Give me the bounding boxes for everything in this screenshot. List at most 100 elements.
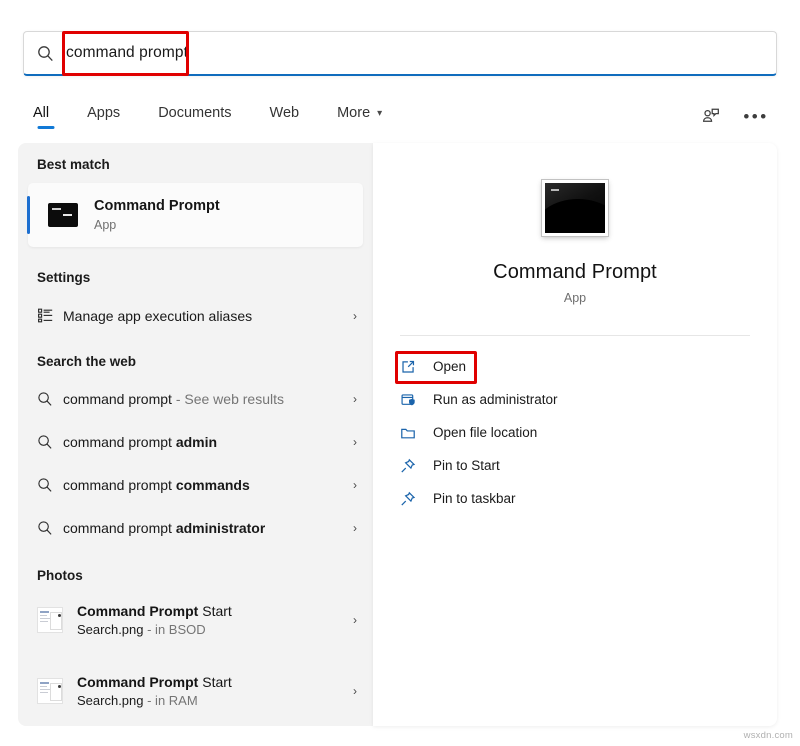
settings-item-label: Manage app execution aliases [63, 308, 252, 324]
photo-file: Search.png [77, 693, 144, 708]
web-result-query: command prompt [63, 520, 176, 536]
selection-indicator [27, 196, 30, 234]
feedback-person-icon[interactable] [695, 101, 725, 131]
preview-subtitle: App [564, 291, 586, 305]
preview-actions: Open Run as administrator [373, 336, 777, 515]
search-input-value: command prompt [66, 44, 188, 62]
best-match-subtitle: App [94, 218, 220, 233]
chevron-right-icon: › [343, 521, 357, 535]
search-bar[interactable]: command prompt [23, 31, 777, 76]
settings-item-manage-aliases[interactable]: Manage app execution aliases › [18, 294, 373, 337]
results-panel: Best match Command Prompt App Settings [18, 143, 373, 726]
preview-panel: Command Prompt App Open [373, 143, 777, 726]
pin-icon [400, 491, 433, 507]
photo-thumbnail-icon [37, 678, 63, 704]
tab-all-label: All [33, 105, 49, 121]
tab-all[interactable]: All [23, 101, 68, 131]
preview-title: Command Prompt [493, 261, 657, 284]
folder-icon [400, 425, 433, 441]
web-result-query: command prompt [63, 477, 176, 493]
photo-result-0[interactable]: Command Prompt Start Search.png - in BSO… [18, 593, 373, 647]
chevron-right-icon: › [343, 435, 357, 449]
photo-location: - in RAM [144, 693, 198, 708]
chevron-right-icon: › [343, 478, 357, 492]
web-result-query: command prompt [63, 434, 176, 450]
best-match-item[interactable]: Command Prompt App [28, 183, 363, 247]
photo-name-rest: Start [198, 674, 231, 690]
settings-heading: Settings [18, 271, 373, 285]
ellipsis-glyph: ••• [743, 108, 768, 125]
best-match-title: Command Prompt [94, 197, 220, 215]
search-flyout: command prompt All Apps Documents Web Mo… [0, 0, 800, 746]
web-result-suffix: - See web results [172, 391, 284, 407]
photo-result-1[interactable]: Command Prompt Start Search.png - in RAM… [18, 664, 373, 718]
web-result-label: command prompt commands [63, 477, 250, 493]
web-result-0[interactable]: command prompt - See web results › [18, 378, 373, 421]
photo-name-bold: Command Prompt [77, 603, 198, 619]
web-result-label: command prompt admin [63, 434, 217, 450]
command-prompt-icon [48, 203, 78, 227]
action-run-as-administrator[interactable]: Run as administrator [373, 383, 777, 416]
action-open[interactable]: Open [373, 350, 777, 383]
photo-thumbnail-icon [37, 607, 63, 633]
action-pin-to-taskbar[interactable]: Pin to taskbar [373, 482, 777, 515]
action-pin-to-start[interactable]: Pin to Start [373, 449, 777, 482]
tab-apps[interactable]: Apps [68, 101, 139, 131]
filter-tabs: All Apps Documents Web More ▾ [23, 101, 401, 131]
action-open-label: Open [433, 359, 466, 374]
pin-icon [400, 458, 433, 474]
photo-result-name: Command Prompt Start [77, 602, 232, 620]
web-result-suffix: administrator [176, 520, 265, 536]
tab-more-label: More [337, 105, 370, 121]
photos-heading: Photos [18, 569, 373, 583]
tab-web-label: Web [270, 105, 300, 121]
watermark: wsxdn.com [744, 730, 793, 741]
chevron-right-icon: › [343, 613, 357, 627]
tabbar-actions: ••• [695, 101, 777, 131]
search-icon [37, 477, 63, 493]
chevron-right-icon: › [343, 392, 357, 406]
photo-result-meta: Search.png - in RAM [77, 692, 232, 709]
web-result-suffix: commands [176, 477, 250, 493]
tab-web[interactable]: Web [251, 101, 319, 131]
web-result-label: command prompt administrator [63, 520, 265, 536]
photo-name-rest: Start [198, 603, 231, 619]
photo-result-text: Command Prompt Start Search.png - in RAM [77, 673, 232, 709]
tab-documents[interactable]: Documents [139, 101, 250, 131]
photo-file: Search.png [77, 622, 144, 637]
section-best-match: Best match Command Prompt App [18, 143, 373, 247]
photo-name-bold: Command Prompt [77, 674, 198, 690]
search-input[interactable]: command prompt [66, 32, 776, 74]
photo-result-text: Command Prompt Start Search.png - in BSO… [77, 602, 232, 638]
web-result-1[interactable]: command prompt admin › [18, 421, 373, 464]
tab-more[interactable]: More ▾ [318, 101, 401, 131]
web-result-suffix: admin [176, 434, 217, 450]
web-result-query: command prompt [63, 391, 172, 407]
chevron-right-icon: › [343, 684, 357, 698]
web-result-2[interactable]: command prompt commands › [18, 464, 373, 507]
search-web-heading: Search the web [18, 355, 373, 369]
chevron-down-icon: ▾ [377, 108, 382, 119]
action-open-location-label: Open file location [433, 425, 537, 440]
action-open-file-location[interactable]: Open file location [373, 416, 777, 449]
app-list-icon [37, 307, 63, 324]
tab-apps-label: Apps [87, 105, 120, 121]
web-result-3[interactable]: command prompt administrator › [18, 507, 373, 550]
photo-result-meta: Search.png - in BSOD [77, 621, 232, 638]
action-run-admin-label: Run as administrator [433, 392, 558, 407]
section-photos: Photos Command Prompt Start Search.png -… [18, 550, 373, 719]
best-match-heading: Best match [18, 158, 373, 172]
filter-tabbar: All Apps Documents Web More ▾ [23, 96, 777, 136]
action-pin-start-label: Pin to Start [433, 458, 500, 473]
section-search-web: Search the web command prompt - See web … [18, 337, 373, 550]
command-prompt-icon [542, 180, 608, 236]
search-icon [37, 434, 63, 450]
action-pin-taskbar-label: Pin to taskbar [433, 491, 516, 506]
photo-result-name: Command Prompt Start [77, 673, 232, 691]
photo-location: - in BSOD [144, 622, 206, 637]
web-result-label: command prompt - See web results [63, 391, 284, 407]
shield-window-icon [400, 392, 433, 408]
preview-hero: Command Prompt App [373, 143, 777, 305]
search-icon [24, 45, 66, 62]
ellipsis-icon[interactable]: ••• [741, 101, 771, 131]
